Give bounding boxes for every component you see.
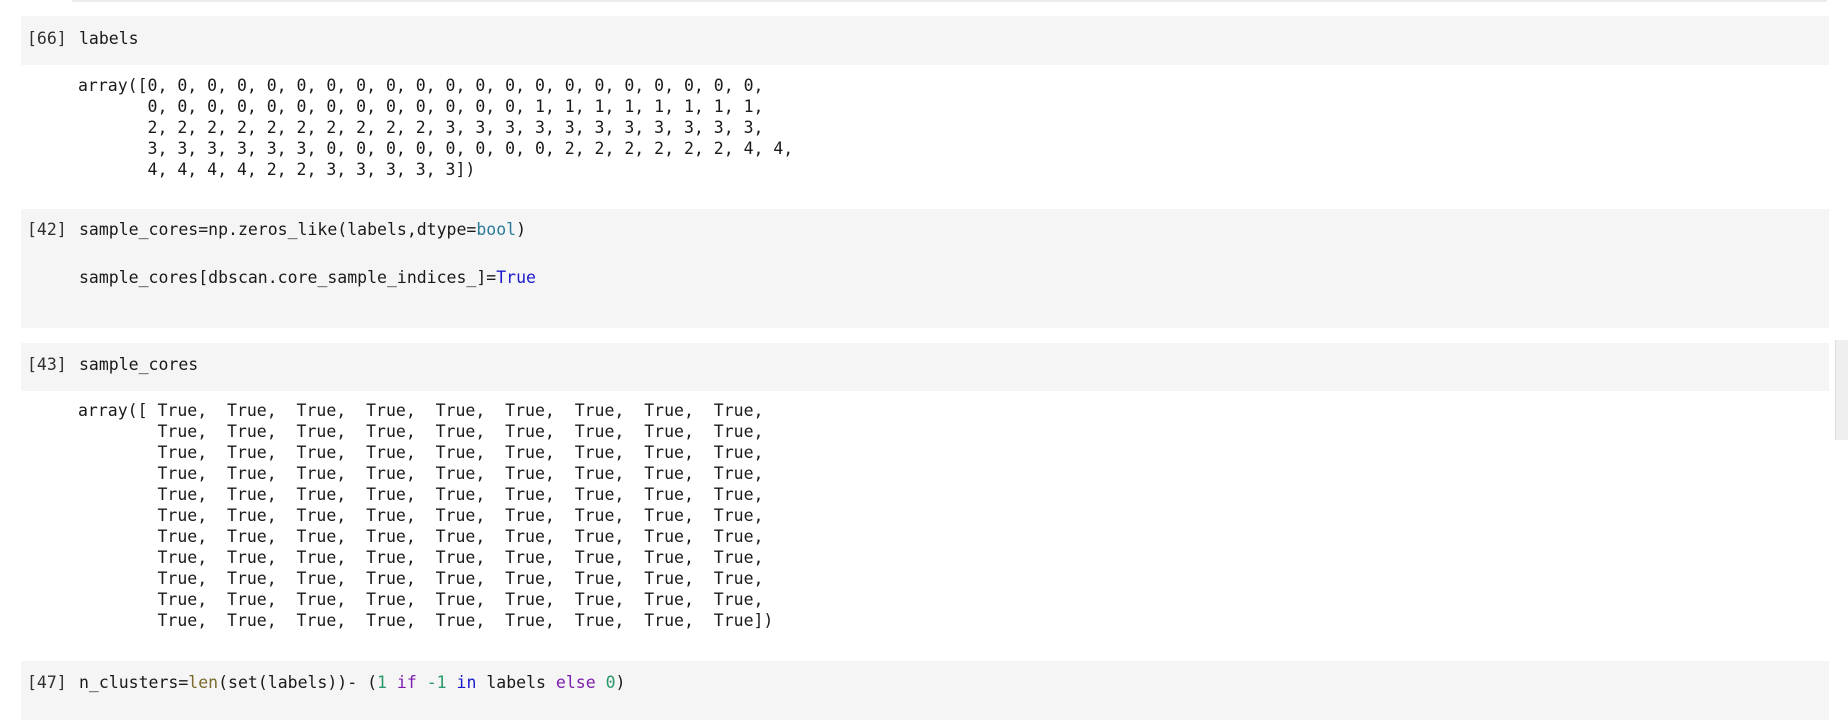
code-text: (set(labels))- ( xyxy=(218,673,378,692)
code-text: sample_cores=np.zeros_like(labels,dtype= xyxy=(79,220,477,239)
code-keyword-token: else xyxy=(555,673,596,692)
output-line: True, True, True, True, True, True, True… xyxy=(78,527,764,546)
code-type-token: bool xyxy=(476,220,517,239)
cell-output-43: array([ True, True, True, True, True, Tr… xyxy=(78,400,773,631)
code-keyword-token: if xyxy=(386,673,427,692)
code-cell-42[interactable]: [42] sample_cores=np.zeros_like(labels,d… xyxy=(21,209,1829,328)
code-number-token: -1 xyxy=(426,673,447,692)
code-number-token: 1 xyxy=(377,673,387,692)
output-line: True, True, True, True, True, True, True… xyxy=(78,485,764,504)
code-keyword-token: in xyxy=(446,673,487,692)
code-builtin-token: len xyxy=(188,673,219,692)
execution-count: [66] xyxy=(27,29,67,48)
output-line: True, True, True, True, True, True, True… xyxy=(78,443,764,462)
output-line: True, True, True, True, True, True, True… xyxy=(78,611,774,630)
code-cell-43[interactable]: [43] sample_cores xyxy=(21,343,1829,391)
code-text: sample_cores[dbscan.core_sample_indices_… xyxy=(79,268,497,287)
output-line: 2, 2, 2, 2, 2, 2, 2, 2, 2, 2, 3, 3, 3, 3… xyxy=(78,118,764,137)
code-text: ) xyxy=(516,220,527,239)
code-input[interactable]: sample_cores xyxy=(79,355,198,374)
code-constant-token: True xyxy=(496,268,536,287)
output-line: array([ True, True, True, True, True, Tr… xyxy=(78,401,764,420)
execution-count: [43] xyxy=(27,355,67,374)
code-cell-66[interactable]: [66] labels xyxy=(21,16,1829,65)
output-line: 4, 4, 4, 4, 2, 2, 3, 3, 3, 3, 3]) xyxy=(78,160,476,179)
code-input-line-1[interactable]: sample_cores=np.zeros_like(labels,dtype=… xyxy=(79,220,526,239)
output-line: 0, 0, 0, 0, 0, 0, 0, 0, 0, 0, 0, 0, 0, 1… xyxy=(78,97,764,116)
output-line: 3, 3, 3, 3, 3, 3, 0, 0, 0, 0, 0, 0, 0, 0… xyxy=(78,139,794,158)
output-line: True, True, True, True, True, True, True… xyxy=(78,590,764,609)
output-line: True, True, True, True, True, True, True… xyxy=(78,464,764,483)
previous-cell-border xyxy=(72,0,1827,2)
execution-count: [42] xyxy=(27,220,67,239)
code-cell-47[interactable]: [47] n_clusters=len(set(labels))- (1 if … xyxy=(21,661,1829,720)
cell-output-66: array([0, 0, 0, 0, 0, 0, 0, 0, 0, 0, 0, … xyxy=(78,75,793,180)
code-input[interactable]: n_clusters=len(set(labels))- (1 if -1 in… xyxy=(79,673,625,692)
code-input[interactable]: labels xyxy=(79,29,139,48)
code-text: n_clusters= xyxy=(79,673,189,692)
vertical-scrollbar[interactable] xyxy=(1835,340,1848,440)
output-line: array([0, 0, 0, 0, 0, 0, 0, 0, 0, 0, 0, … xyxy=(78,76,764,95)
output-line: True, True, True, True, True, True, True… xyxy=(78,422,764,441)
code-text: labels xyxy=(486,673,556,692)
code-text: ) xyxy=(615,673,626,692)
output-line: True, True, True, True, True, True, True… xyxy=(78,548,764,567)
output-line: True, True, True, True, True, True, True… xyxy=(78,569,764,588)
code-input-line-2[interactable]: sample_cores[dbscan.core_sample_indices_… xyxy=(79,268,536,287)
code-number-token: 0 xyxy=(605,673,616,692)
output-line: True, True, True, True, True, True, True… xyxy=(78,506,764,525)
execution-count: [47] xyxy=(27,673,67,692)
